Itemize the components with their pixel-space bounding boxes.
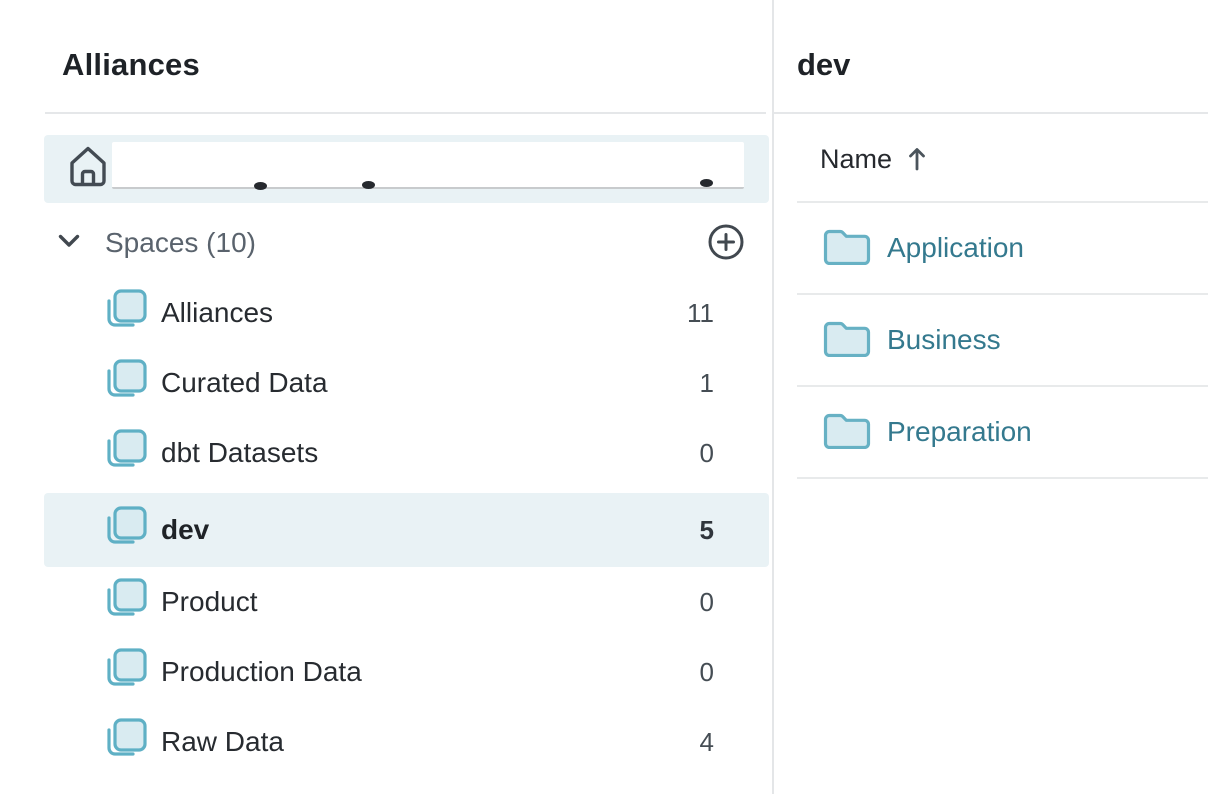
space-item-label: Production Data (161, 656, 362, 688)
folder-icon (823, 411, 871, 454)
space-item-production-data[interactable]: Production Data 0 (44, 637, 769, 707)
space-item-label: dev (161, 514, 209, 546)
space-item-count: 4 (700, 727, 714, 758)
space-icon (103, 506, 147, 555)
space-item-dbt-datasets[interactable]: dbt Datasets 0 (44, 418, 769, 488)
redaction-descender (362, 181, 375, 189)
sidebar: Alliances Spaces (10) (0, 0, 772, 794)
panel-title: dev (797, 47, 850, 83)
spaces-section-label[interactable]: Spaces (10) (105, 227, 256, 259)
folder-link[interactable]: Business (887, 324, 1001, 356)
space-item-product[interactable]: Product 0 (44, 567, 769, 637)
space-item-label: Alliances (161, 297, 273, 329)
space-item-count: 1 (700, 368, 714, 399)
redaction-descender (254, 182, 267, 190)
space-list: Alliances 11 Curated Data 1 (44, 278, 769, 777)
space-item-raw-data[interactable]: Raw Data 4 (44, 707, 769, 777)
space-item-alliances[interactable]: Alliances 11 (44, 278, 769, 348)
detail-panel: dev Name Application (774, 0, 1208, 794)
space-item-label: Raw Data (161, 726, 284, 758)
space-icon (103, 718, 147, 767)
sidebar-title-divider (45, 112, 766, 114)
folder-link[interactable]: Preparation (887, 416, 1032, 448)
space-item-curated-data[interactable]: Curated Data 1 (44, 348, 769, 418)
space-item-count: 5 (700, 515, 714, 546)
space-icon (103, 648, 147, 697)
folder-row-application[interactable]: Application (797, 203, 1208, 295)
space-item-label: Curated Data (161, 367, 328, 399)
space-icon (103, 578, 147, 627)
sort-ascending-icon (907, 145, 927, 173)
space-icon (103, 429, 147, 478)
spaces-section-header: Spaces (10) (44, 218, 769, 268)
space-item-label: Product (161, 586, 258, 618)
chevron-down-icon[interactable] (58, 234, 80, 253)
redacted-home-label (112, 142, 744, 189)
name-column-header[interactable]: Name (820, 141, 927, 177)
space-item-count: 11 (687, 298, 714, 329)
space-icon (103, 289, 147, 338)
space-item-count: 0 (700, 587, 714, 618)
space-item-label: dbt Datasets (161, 437, 318, 469)
home-row[interactable] (44, 135, 769, 203)
folder-link[interactable]: Application (887, 232, 1024, 264)
add-space-button[interactable] (706, 223, 746, 263)
folder-icon (823, 319, 871, 362)
redaction-descender (700, 179, 713, 187)
sidebar-title: Alliances (62, 47, 200, 83)
home-icon (67, 144, 109, 197)
panel-title-divider (774, 112, 1208, 114)
space-icon (103, 359, 147, 408)
space-item-count: 0 (700, 438, 714, 469)
folder-row-preparation[interactable]: Preparation (797, 387, 1208, 479)
name-header-label: Name (820, 144, 892, 175)
app-root: Alliances Spaces (10) (0, 0, 1208, 794)
space-item-dev[interactable]: dev 5 (44, 493, 769, 567)
folder-list: Application Business Preparation (797, 203, 1208, 479)
space-item-count: 0 (700, 657, 714, 688)
folder-icon (823, 227, 871, 270)
folder-row-business[interactable]: Business (797, 295, 1208, 387)
